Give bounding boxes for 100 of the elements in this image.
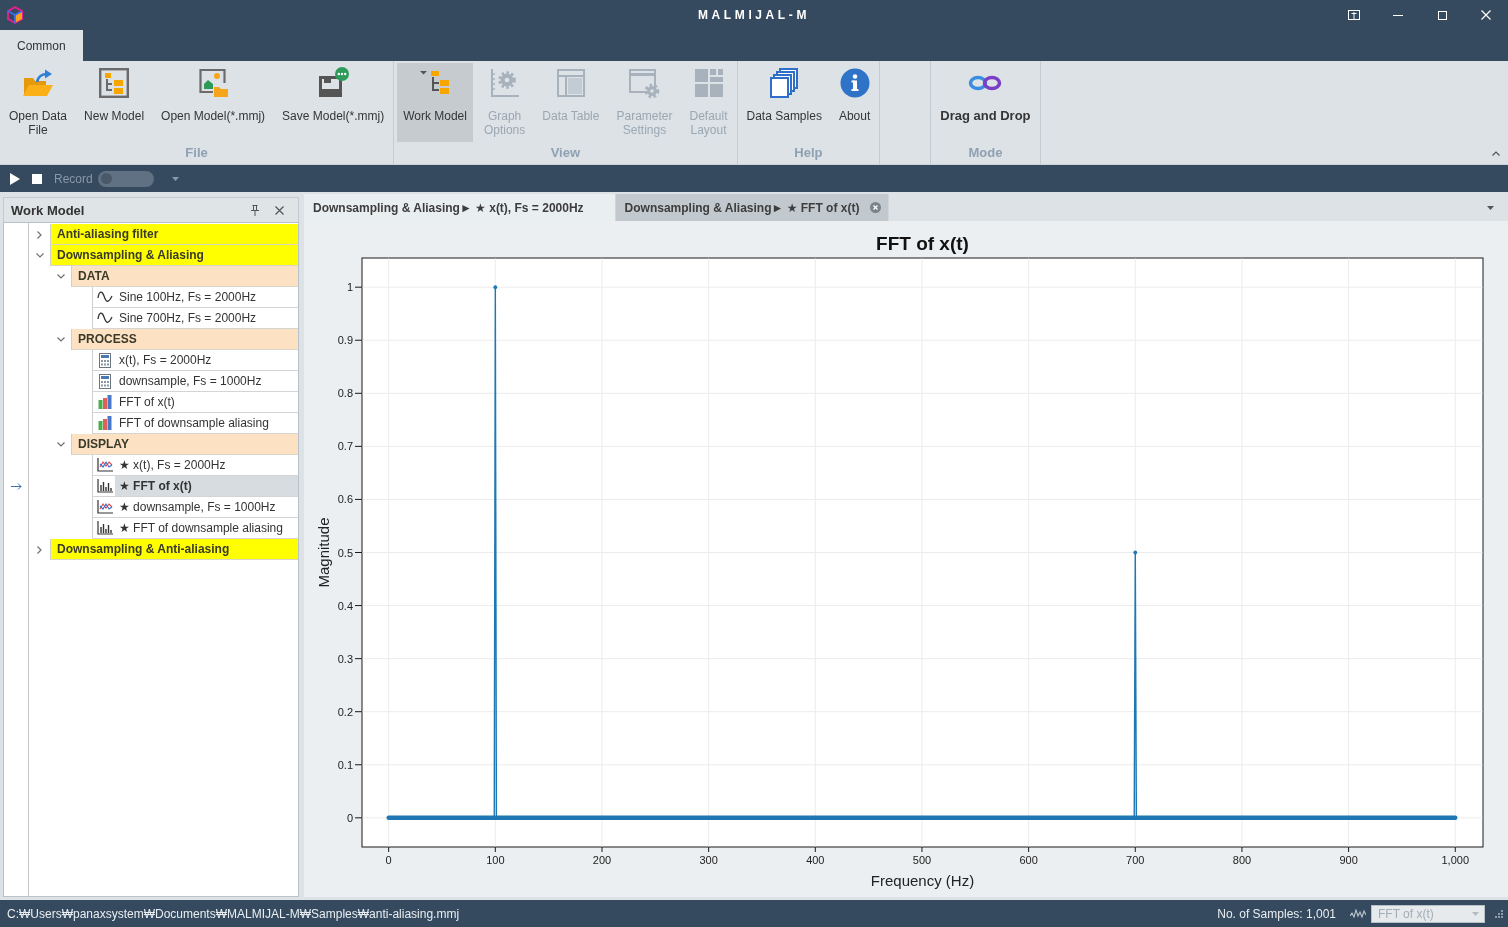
tree-item[interactable]: Downsampling & Aliasing [50, 245, 298, 266]
tick-label: 600 [1019, 854, 1038, 866]
tick-label: 1,000 [1441, 854, 1470, 866]
group-label: Help [793, 144, 824, 162]
tree-item[interactable]: ★ x(t), Fs = 2000Hz [115, 455, 298, 475]
tick-label: 100 [486, 854, 505, 866]
ribbon-button[interactable]: Open Model(*.mmj) [155, 63, 272, 142]
chevron-down-icon[interactable] [56, 274, 65, 279]
window-title: MALMIJAL-M [698, 8, 810, 22]
sample-count: No. of Samples: 1,001 [1217, 906, 1336, 921]
info-icon [839, 68, 870, 98]
tick-label: 200 [592, 854, 612, 866]
tick-label: 0.7 [337, 440, 353, 453]
calculator-icon [99, 352, 111, 368]
tick-label: 0.6 [337, 493, 353, 506]
chevron-right-icon[interactable] [37, 545, 42, 554]
tick-label: 900 [1339, 854, 1358, 866]
chevron-down-icon[interactable] [35, 253, 44, 258]
chevron-down-icon[interactable] [56, 442, 65, 447]
tree-item[interactable]: FFT of x(t) [115, 392, 298, 412]
floppy-disk-icon [317, 67, 350, 99]
caret-down-icon [1472, 911, 1479, 916]
ribbon-button[interactable]: Drag and Drop [934, 63, 1037, 142]
ribbon-button[interactable]: New Model [78, 63, 151, 142]
x-axis-label: Frequency (Hz) [870, 872, 975, 889]
chevron-up-icon [1492, 151, 1500, 156]
group-label: File [184, 144, 209, 162]
tick-label: 0.3 [337, 652, 353, 665]
tree-item[interactable]: ★ FFT of x(t) [115, 476, 298, 496]
tick-label: 400 [806, 854, 825, 866]
sine-wave-icon [97, 290, 113, 304]
panel-title: Work Model [11, 202, 86, 218]
tree-item[interactable]: Anti-aliasing filter [50, 224, 298, 245]
tick-label: 700 [1126, 854, 1145, 866]
tick-label: 300 [699, 854, 718, 866]
caret-down-icon [171, 176, 179, 181]
group-label: View [549, 144, 581, 162]
table-icon [556, 69, 585, 97]
data-point [1133, 550, 1138, 555]
layout-grid-icon [693, 68, 724, 98]
ribbon-button[interactable]: About [832, 63, 877, 142]
maximize-icon [1437, 10, 1447, 20]
stop-icon [32, 173, 42, 184]
tree-item[interactable]: ★ downsample, Fs = 1000Hz [115, 497, 298, 517]
calculator-icon [99, 373, 111, 389]
tick-label: 800 [1232, 854, 1252, 866]
tree-item[interactable]: Downsampling & Anti-aliasing [50, 539, 298, 560]
cube-logo-icon [6, 6, 24, 24]
record-label: Record [54, 171, 93, 186]
tree-item[interactable]: FFT of downsample aliasing [115, 413, 298, 433]
tree-item[interactable]: x(t), Fs = 2000Hz [115, 350, 298, 370]
bar-chart-icon [98, 416, 112, 430]
tick-label: 0.8 [337, 387, 353, 400]
tick-label: 0.4 [337, 599, 353, 612]
tick-label: 0 [346, 811, 353, 824]
tree-item[interactable]: DISPLAY [71, 434, 298, 455]
ribbon-button[interactable]: Data Samples [740, 63, 828, 142]
stacked-pages-icon [769, 68, 800, 98]
y-axis-label: Magnitude [314, 517, 332, 588]
chevron-right-icon[interactable] [37, 230, 42, 239]
tick-label: 0.9 [337, 334, 353, 347]
tree-diagram-icon [99, 67, 130, 99]
tree-item[interactable]: Sine 700Hz, Fs = 2000Hz [115, 308, 298, 328]
tick-label: 0.1 [337, 758, 353, 771]
caret-down-icon [1487, 205, 1494, 210]
close-tab-icon[interactable] [870, 202, 882, 213]
histogram-icon [97, 521, 113, 535]
pin-icon [251, 204, 259, 216]
tree-item[interactable]: ★ FFT of downsample aliasing [115, 518, 298, 538]
tick-label: 1 [346, 281, 353, 294]
window-gear-icon [628, 67, 661, 99]
tick-label: 500 [912, 854, 932, 866]
record-switch[interactable] [97, 170, 154, 187]
ribbon-button[interactable]: Open Data File [3, 63, 74, 142]
sine-wave-icon [97, 311, 113, 325]
picture-folder-icon [197, 68, 230, 98]
minimize-icon [1393, 14, 1403, 16]
ribbon-button[interactable]: Save Model(*.mmj) [276, 63, 391, 142]
document-tab[interactable]: Downsampling & Aliasing► ★ FFT of x(t) [615, 194, 890, 221]
tree-item[interactable]: DATA [71, 266, 298, 287]
chevron-down-icon[interactable] [56, 337, 65, 342]
document-tab[interactable]: Downsampling & Aliasing► ★ x(t), Fs = 2000Hz [304, 194, 616, 221]
tick-label: 0.5 [337, 546, 353, 559]
resize-grip-icon [1494, 909, 1503, 918]
waveform-icon [1350, 909, 1366, 918]
chart-title: FFT of x(t) [876, 233, 969, 254]
tree-item[interactable]: downsample, Fs = 1000Hz [115, 371, 298, 391]
ribbon-button[interactable]: Work Model [397, 63, 473, 142]
window-plus-icon [1348, 10, 1360, 20]
tree-item[interactable]: Sine 100Hz, Fs = 2000Hz [115, 287, 298, 307]
collapse-ribbon-button[interactable] [1492, 151, 1500, 156]
tree-item[interactable]: PROCESS [71, 329, 298, 350]
folder-arrow-icon [22, 68, 54, 98]
line-chart-icon [97, 458, 113, 472]
infinity-icon [968, 75, 1003, 91]
ribbon-tab[interactable]: Common [0, 30, 83, 61]
data-point [493, 285, 498, 290]
group-label: Mode [967, 144, 1004, 162]
tree-diagram-icon [420, 70, 451, 96]
chart-gear-icon [489, 68, 520, 98]
